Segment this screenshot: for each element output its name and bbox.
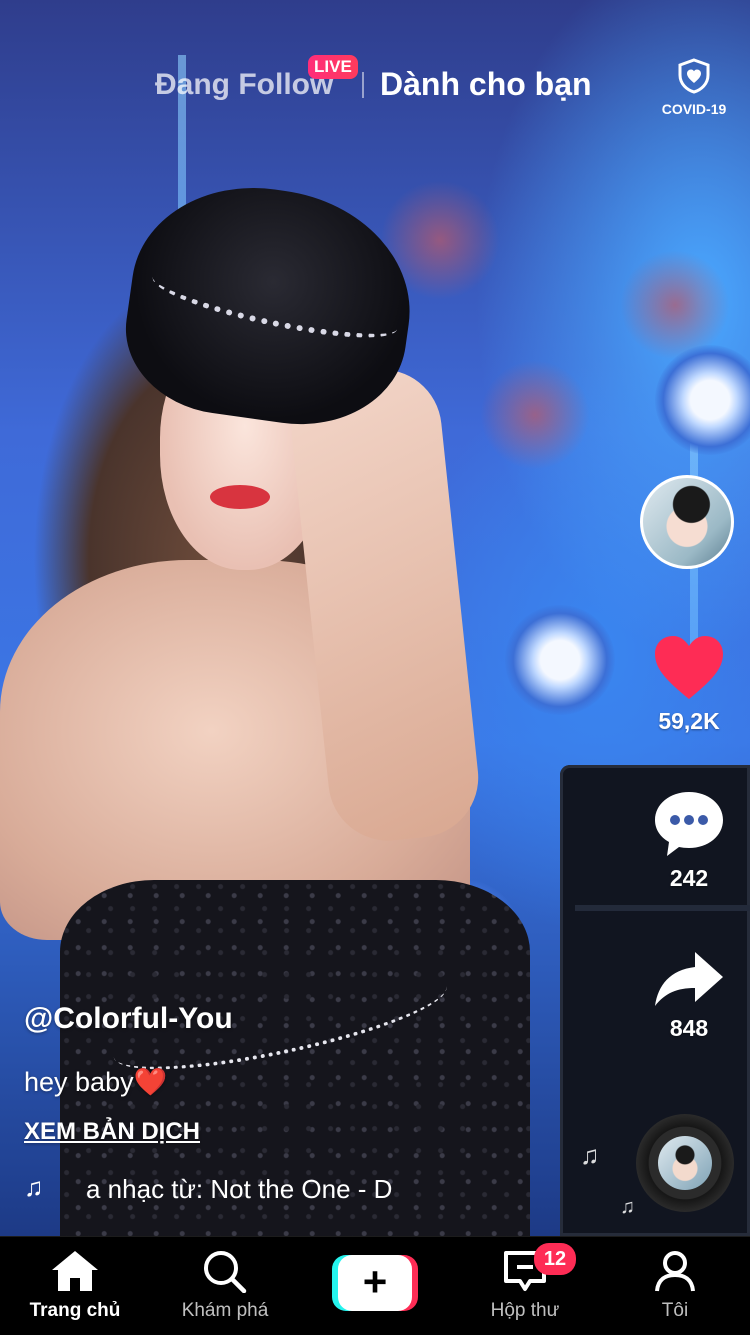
sound-title: a nhạc từ: Not the One - D — [86, 1174, 393, 1204]
share-icon — [655, 952, 723, 1006]
create-button[interactable]: + — [332, 1255, 418, 1311]
shield-heart-icon — [678, 58, 710, 94]
inbox-badge: 12 — [534, 1243, 576, 1275]
bottom-nav: Trang chủ Khám phá + 12 Hộp thư Tôi — [0, 1236, 750, 1335]
like-button[interactable]: 59,2K — [640, 635, 738, 735]
creator-avatar[interactable] — [640, 475, 734, 569]
nav-home[interactable]: Trang chủ — [0, 1249, 150, 1322]
nav-profile[interactable]: Tôi — [600, 1249, 750, 1322]
covid-button[interactable]: COVID-19 — [660, 58, 728, 117]
stage-bokeh — [480, 360, 590, 470]
stage-light — [505, 605, 615, 715]
heart-emoji: ❤️ — [133, 1067, 168, 1097]
sound-marquee[interactable]: ♫ a nhạc từ: Not the One - D — [24, 1170, 424, 1206]
comment-count: 242 — [669, 865, 709, 891]
music-note-icon: ♫ — [620, 1196, 635, 1218]
performer-lips — [210, 485, 270, 509]
music-note-icon: ♫ — [580, 1140, 600, 1170]
tab-for-you[interactable]: Dành cho bạn — [380, 66, 592, 103]
nav-discover[interactable]: Khám phá — [150, 1249, 300, 1322]
music-disc-art — [658, 1136, 712, 1190]
video-caption: hey baby❤️ — [24, 1066, 167, 1098]
nav-discover-label: Khám phá — [181, 1300, 269, 1321]
live-badge[interactable]: LIVE — [308, 55, 358, 79]
home-icon — [52, 1251, 98, 1291]
nav-profile-label: Tôi — [661, 1300, 689, 1321]
stage-bokeh — [620, 250, 730, 360]
plus-icon: + — [338, 1255, 412, 1311]
creator-username[interactable]: @Colorful-You — [24, 1002, 233, 1036]
like-count: 59,2K — [658, 708, 720, 734]
share-count: 848 — [669, 1015, 709, 1041]
feed-tabs: Đang Follow LIVE Dành cho bạn COVID-19 — [0, 48, 750, 118]
comment-icon — [655, 792, 723, 856]
translate-link[interactable]: XEM BẢN DỊCH — [24, 1118, 200, 1146]
comment-button[interactable]: 242 — [640, 790, 738, 892]
profile-icon — [655, 1251, 695, 1292]
nav-inbox-label: Hộp thư — [490, 1300, 560, 1321]
music-disc[interactable] — [636, 1114, 734, 1212]
caption-text: hey baby — [24, 1067, 134, 1097]
tab-following[interactable]: Đang Follow — [155, 68, 333, 102]
video-player[interactable] — [0, 0, 750, 1236]
nav-inbox[interactable]: 12 Hộp thư — [450, 1243, 600, 1322]
search-icon — [204, 1251, 247, 1294]
stage-light — [655, 345, 750, 455]
tab-divider — [362, 72, 364, 98]
music-note-icon: ♫ — [24, 1172, 44, 1202]
covid-label: COVID-19 — [661, 101, 727, 117]
nav-home-label: Trang chủ — [29, 1300, 121, 1321]
heart-icon — [655, 636, 723, 699]
share-button[interactable]: 848 — [640, 950, 738, 1042]
